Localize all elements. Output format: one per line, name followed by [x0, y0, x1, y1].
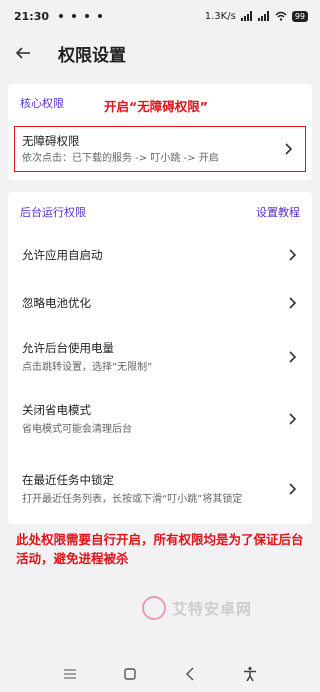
app-bar: 权限设置: [0, 32, 320, 74]
arrow-left-icon: [15, 47, 30, 59]
menu-icon: [64, 669, 76, 679]
row-text: 无障碍权限 依次点击：已下载的服务 -> 叮小跳 -> 开启: [22, 133, 219, 166]
row-text: 在最近任务中锁定 打开最近任务列表，长按或下滑“叮小跳”将其锁定: [22, 472, 272, 507]
chevron-right-icon: [285, 143, 293, 155]
power-save-row[interactable]: 关闭省电模式 省电模式可能会清理后台: [8, 386, 312, 452]
chevron-right-icon: [289, 351, 297, 363]
wifi-icon: [275, 11, 287, 21]
row-text: 关闭省电模式 省电模式可能会清理后台: [22, 402, 132, 437]
recent-task-lock-row[interactable]: 在最近任务中锁定 打开最近任务列表，长按或下滑“叮小跳”将其锁定: [8, 452, 312, 526]
row-title: 在最近任务中锁定: [22, 472, 114, 487]
core-section-title: 核心权限: [20, 97, 64, 110]
background-section-title: 后台运行权限: [20, 206, 86, 219]
row-title: 关闭省电模式: [22, 402, 91, 417]
nav-menu-button[interactable]: [60, 664, 80, 684]
row-title: 允许应用自启动: [22, 248, 103, 262]
background-section-header: 后台运行权限 设置教程: [8, 192, 312, 232]
tutorial-link[interactable]: 设置教程: [256, 204, 300, 220]
battery-optimization-row[interactable]: 忽略电池优化: [8, 278, 312, 328]
back-triangle-icon: [185, 667, 194, 681]
status-time: 21:30: [14, 9, 50, 23]
row-subtitle: 打开最近任务列表，长按或下滑“叮小跳”将其锁定: [22, 493, 243, 505]
page-title: 权限设置: [58, 45, 126, 66]
chevron-right-icon: [289, 413, 297, 425]
watermark-logo-icon: [142, 596, 166, 620]
background-power-row[interactable]: 允许后台使用电量 点击跳转设置，选择”无限制”: [8, 328, 312, 386]
notification-dots: [59, 14, 103, 18]
status-left: 21:30: [14, 9, 103, 23]
row-title: 允许后台使用电量: [22, 340, 114, 355]
nav-accessibility-button[interactable]: [240, 664, 260, 684]
row-text: 忽略电池优化: [22, 295, 91, 311]
background-permission-card: 后台运行权限 设置教程 允许应用自启动 忽略电池优化 允许后台使用电量 点击跳转…: [8, 192, 312, 524]
status-right: 1.3K/s 99: [204, 10, 308, 22]
accessibility-permission-row[interactable]: 无障碍权限 依次点击：已下载的服务 -> 叮小跳 -> 开启: [8, 126, 312, 172]
accessibility-icon: [244, 666, 256, 682]
network-speed: 1.3K/s: [204, 10, 236, 22]
row-text: 允许后台使用电量 点击跳转设置，选择”无限制”: [22, 340, 152, 375]
row-title: 忽略电池优化: [22, 296, 91, 310]
chevron-right-icon: [289, 483, 297, 495]
row-text: 允许应用自启动: [22, 247, 103, 263]
status-bar: 21:30 1.3K/s 99: [0, 0, 320, 32]
row-subtitle: 省电模式可能会清理后台: [22, 423, 132, 435]
chevron-right-icon: [289, 249, 297, 261]
top-annotation: 开启“无障碍权限”: [104, 99, 208, 114]
row-subtitle: 依次点击：已下载的服务 -> 叮小跳 -> 开启: [22, 152, 219, 164]
back-button[interactable]: [10, 40, 36, 66]
bottom-annotation: 此处权限需要自行开启，所有权限均是为了保证后台活动，避免进程被杀: [16, 532, 304, 566]
chevron-right-icon: [289, 297, 297, 309]
battery-icon: 99: [291, 10, 308, 22]
signal-icon: [240, 11, 252, 21]
row-title: 无障碍权限: [22, 133, 80, 148]
autostart-row[interactable]: 允许应用自启动: [8, 232, 312, 278]
nav-back-button[interactable]: [180, 664, 200, 684]
nav-home-button[interactable]: [120, 664, 140, 684]
row-subtitle: 点击跳转设置，选择”无限制”: [22, 361, 153, 373]
system-nav-bar: [0, 656, 320, 692]
signal-icon: [257, 11, 269, 21]
watermark-text: 艾特安卓网: [172, 599, 253, 618]
watermark: 艾特安卓网: [142, 596, 252, 620]
home-square-icon: [124, 668, 136, 680]
